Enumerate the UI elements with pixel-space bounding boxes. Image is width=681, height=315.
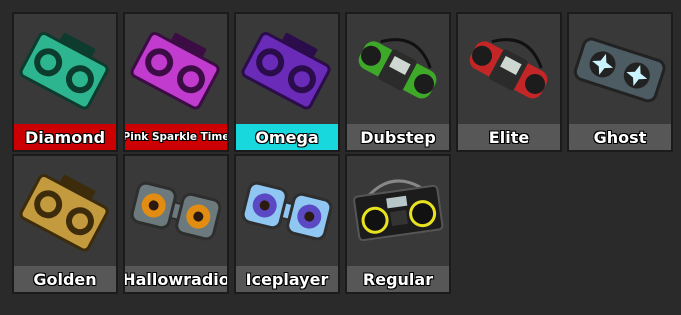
item-tile-iceplayer[interactable]: Iceplayer bbox=[234, 154, 340, 294]
item-tile-dubstep[interactable]: Dubstep bbox=[345, 12, 451, 152]
item-label: Regular bbox=[347, 266, 449, 292]
radio-icon bbox=[19, 31, 109, 110]
radio-icon bbox=[130, 31, 220, 110]
item-image bbox=[569, 14, 671, 124]
item-tile-diamond[interactable]: Diamond bbox=[12, 12, 118, 152]
item-tile-golden[interactable]: Golden bbox=[12, 154, 118, 294]
item-label: Diamond bbox=[14, 124, 116, 150]
item-image bbox=[125, 156, 227, 266]
radio-icon bbox=[19, 173, 109, 252]
radio-icon bbox=[469, 38, 548, 99]
radio-icon bbox=[130, 181, 222, 241]
item-label: Pink Sparkle Time bbox=[125, 124, 227, 150]
item-image bbox=[125, 14, 227, 124]
item-label: Iceplayer bbox=[236, 266, 338, 292]
radio-icon bbox=[353, 179, 444, 242]
radio-icon bbox=[358, 38, 437, 99]
item-label: Ghost bbox=[569, 124, 671, 150]
item-image bbox=[14, 14, 116, 124]
item-tile-pink-sparkle-time[interactable]: Pink Sparkle Time bbox=[123, 12, 229, 152]
item-image bbox=[347, 14, 449, 124]
item-image bbox=[236, 14, 338, 124]
item-tile-hallowradio[interactable]: Hallowradio bbox=[123, 154, 229, 294]
item-label: Golden bbox=[14, 266, 116, 292]
item-label: Omega bbox=[236, 124, 338, 150]
item-label: Hallowradio bbox=[125, 266, 227, 292]
item-label: Elite bbox=[458, 124, 560, 150]
item-tile-regular[interactable]: Regular bbox=[345, 154, 451, 294]
item-tile-ghost[interactable]: Ghost bbox=[567, 12, 673, 152]
item-image bbox=[458, 14, 560, 124]
item-tile-elite[interactable]: Elite bbox=[456, 12, 562, 152]
item-tile-omega[interactable]: Omega bbox=[234, 12, 340, 152]
radio-icon bbox=[241, 31, 331, 110]
radio-icon bbox=[573, 37, 666, 103]
item-image bbox=[14, 156, 116, 266]
item-label: Dubstep bbox=[347, 124, 449, 150]
item-image bbox=[347, 156, 449, 266]
item-image bbox=[236, 156, 338, 266]
radio-icon bbox=[241, 181, 333, 241]
